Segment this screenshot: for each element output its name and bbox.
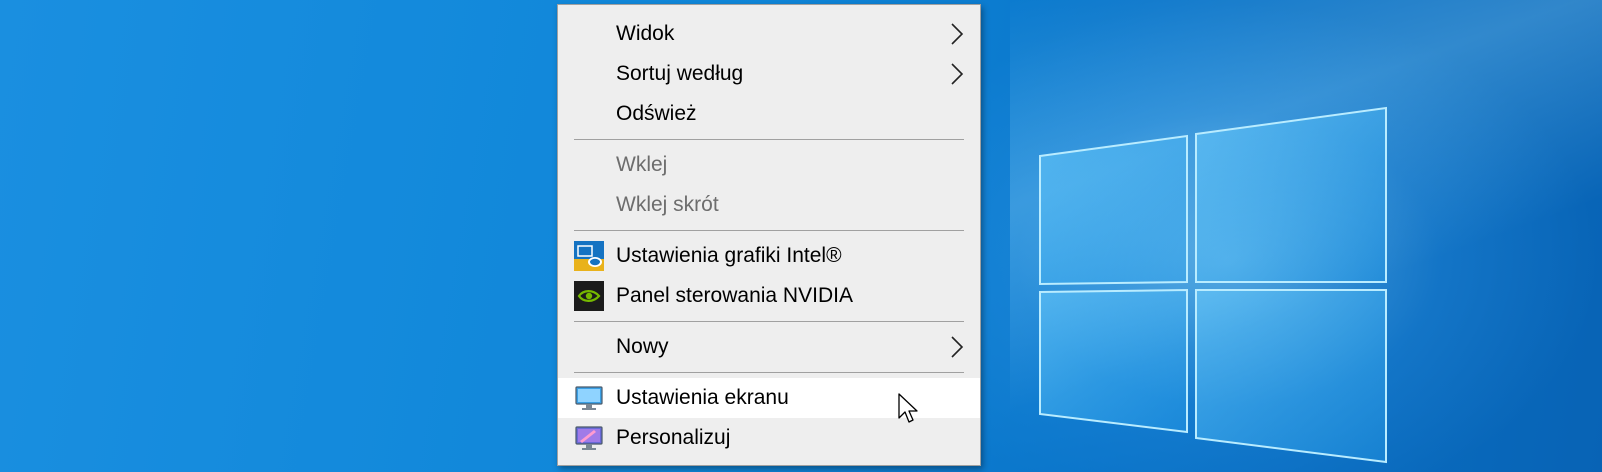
menu-item-paste-shortcut: Wklej skrót: [558, 185, 980, 225]
menu-item-label: Panel sterowania NVIDIA: [616, 284, 853, 307]
chevron-right-icon: [951, 23, 964, 45]
menu-item-intel-graphics[interactable]: Ustawienia grafiki Intel®: [558, 236, 980, 276]
menu-separator: [574, 321, 964, 322]
menu-item-new[interactable]: Nowy: [558, 327, 980, 367]
chevron-right-icon: [951, 336, 964, 358]
menu-item-label: Wklej: [616, 153, 668, 176]
intel-graphics-icon: [574, 241, 604, 271]
menu-item-refresh[interactable]: Odśwież: [558, 94, 980, 134]
menu-item-paste: Wklej: [558, 145, 980, 185]
menu-separator: [574, 372, 964, 373]
menu-item-label: Wklej skrót: [616, 193, 719, 216]
menu-item-nvidia-control-panel[interactable]: Panel sterowania NVIDIA: [558, 276, 980, 316]
chevron-right-icon: [951, 63, 964, 85]
menu-item-label: Ustawienia grafiki Intel®: [616, 244, 842, 267]
menu-item-sort-by[interactable]: Sortuj według: [558, 54, 980, 94]
menu-item-label: Widok: [616, 22, 675, 45]
menu-separator: [574, 139, 964, 140]
personalize-icon: [575, 426, 603, 450]
menu-separator: [574, 230, 964, 231]
menu-item-label: Nowy: [616, 335, 669, 358]
menu-item-label: Sortuj według: [616, 62, 744, 85]
nvidia-icon: [574, 281, 604, 311]
display-settings-icon: [575, 386, 603, 410]
menu-item-label: Odśwież: [616, 102, 697, 125]
menu-item-label: Personalizuj: [616, 426, 731, 449]
mouse-cursor-icon: [898, 393, 918, 423]
menu-item-view[interactable]: Widok: [558, 14, 980, 54]
menu-item-label: Ustawienia ekranu: [616, 386, 789, 409]
